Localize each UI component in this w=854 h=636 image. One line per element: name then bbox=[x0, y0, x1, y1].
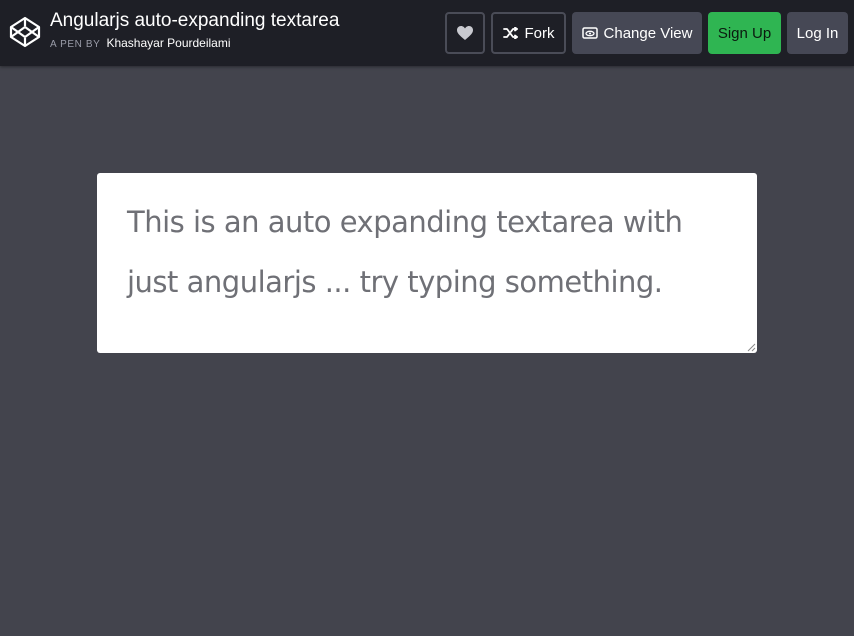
log-in-button[interactable]: Log In bbox=[787, 12, 848, 54]
byline-prefix: A PEN BY bbox=[50, 39, 101, 50]
fork-label: Fork bbox=[524, 24, 555, 42]
sign-up-label: Sign Up bbox=[717, 24, 772, 42]
fork-icon bbox=[502, 27, 518, 39]
sign-up-button[interactable]: Sign Up bbox=[708, 12, 781, 54]
codepen-logo-icon[interactable] bbox=[9, 16, 41, 48]
top-bar: Angularjs auto-expanding textarea A PEN … bbox=[0, 0, 854, 66]
textarea-value[interactable]: This is an auto expanding textarea with … bbox=[127, 192, 737, 312]
fork-button[interactable]: Fork bbox=[491, 12, 566, 54]
author-link[interactable]: Khashayar Pourdeilami bbox=[106, 36, 230, 50]
log-in-label: Log In bbox=[796, 24, 839, 42]
auto-expanding-textarea[interactable]: This is an auto expanding textarea with … bbox=[97, 173, 757, 353]
heart-icon bbox=[457, 26, 473, 40]
pen-title: Angularjs auto-expanding textarea bbox=[50, 10, 340, 31]
heart-button[interactable] bbox=[445, 12, 485, 54]
resize-handle-icon[interactable] bbox=[746, 342, 756, 352]
change-view-button[interactable]: Change View bbox=[572, 12, 702, 54]
byline: A PEN BY Khashayar Pourdeilami bbox=[50, 36, 339, 52]
pen-info: Angularjs auto-expanding textarea A PEN … bbox=[50, 9, 339, 52]
change-view-label: Change View bbox=[603, 24, 693, 42]
change-view-icon bbox=[581, 27, 598, 39]
